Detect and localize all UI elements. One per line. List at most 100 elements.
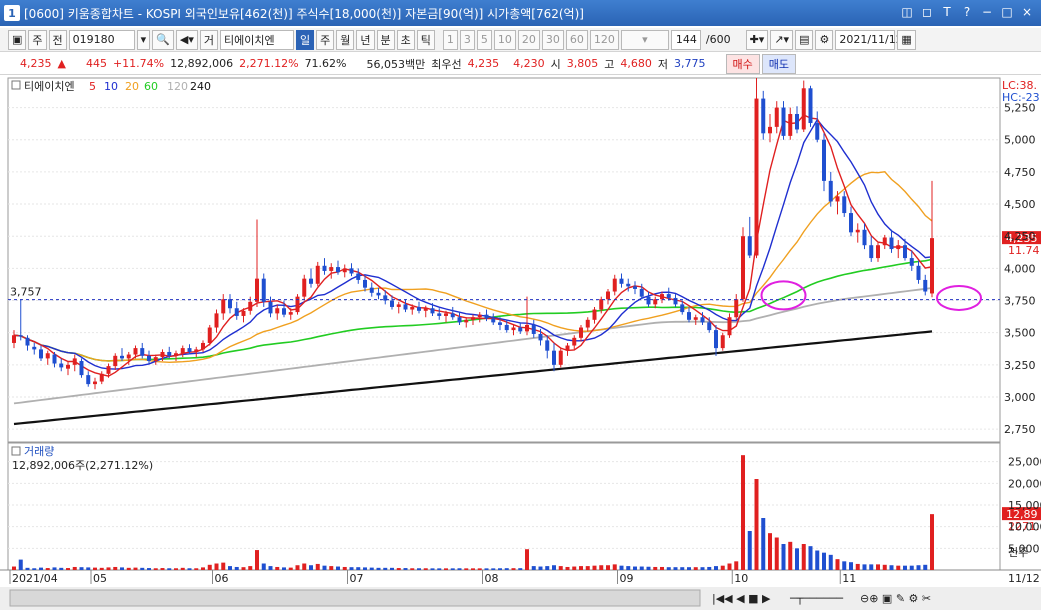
candle-body <box>531 324 536 334</box>
candle-body <box>876 245 880 259</box>
horizontal-scrollbar[interactable] <box>9 589 701 607</box>
price-tick-label: 2,750 <box>1004 423 1036 436</box>
interval-5[interactable]: 5 <box>476 29 492 50</box>
maximize-icon[interactable]: □ <box>999 4 1015 20</box>
calendar-icon[interactable]: ▦ <box>897 29 916 50</box>
search-button-icon[interactable]: 🔍 <box>152 29 174 50</box>
candle-body <box>261 278 266 302</box>
candle-body <box>369 287 374 293</box>
volume-bar <box>376 567 381 570</box>
price-tick-label: 4,000 <box>1004 262 1036 275</box>
candle-body <box>403 304 408 310</box>
volume-bar <box>45 568 50 570</box>
tab-month[interactable]: 월 <box>336 29 355 50</box>
link-window-icon[interactable]: ◫ <box>899 4 915 20</box>
candle-body <box>39 349 43 359</box>
current-price: 4,235 <box>20 57 52 70</box>
price-tick-label: 4,750 <box>1004 166 1036 179</box>
volume-bar <box>511 568 516 570</box>
search-icon[interactable]: ▾ <box>136 29 151 50</box>
volume-bar <box>828 554 833 570</box>
tab-year[interactable]: 년 <box>356 29 375 50</box>
volume-bar <box>687 567 691 570</box>
volume-bar <box>626 566 631 570</box>
zoom-icons[interactable]: ⊖⊕ ▣ ✎ ⚙ ✂ <box>860 592 931 605</box>
tab-second[interactable]: 초 <box>396 29 415 50</box>
candle <box>79 358 84 378</box>
price-change: 445 <box>85 57 107 70</box>
settings-gear-icon[interactable]: ⚙ <box>815 29 834 50</box>
candle-body <box>693 317 698 320</box>
volume-bar <box>498 568 502 570</box>
stock-code-input[interactable]: 019180 <box>68 29 135 50</box>
interval-dropdown[interactable]: ▾ <box>620 29 669 50</box>
volume-bar <box>302 563 307 570</box>
restore-layout-icon[interactable]: ◻ <box>919 4 935 20</box>
tab-day[interactable]: 일 <box>296 29 315 50</box>
volume-bar <box>801 544 806 570</box>
reference-line-label: 3,757 <box>10 286 42 299</box>
volume-bar <box>201 567 205 570</box>
item-type-button[interactable]: 거 <box>199 29 218 50</box>
volume-bar <box>707 566 712 570</box>
tab-tick[interactable]: 틱 <box>416 29 435 50</box>
price-tick-label: 3,000 <box>1004 391 1036 404</box>
interval-20[interactable]: 20 <box>517 29 540 50</box>
crosshair-icon[interactable]: ✚▾ <box>745 29 769 50</box>
volume-bar <box>545 566 550 570</box>
candle-body <box>201 342 205 350</box>
sell-button[interactable]: 매도 <box>761 53 796 74</box>
volume-pct: 2,271.12% <box>239 57 299 70</box>
market-select[interactable]: 주 <box>28 29 47 50</box>
candle-body <box>619 278 624 284</box>
volume-bar <box>214 563 219 570</box>
help-icon[interactable]: ? <box>959 4 975 20</box>
volume-bar <box>106 567 111 570</box>
candle-body <box>808 88 813 124</box>
minimize-icon[interactable]: − <box>979 4 995 20</box>
tab-week[interactable]: 주 <box>316 29 335 50</box>
volume-bar <box>504 568 509 570</box>
low-label: 저 <box>657 57 668 71</box>
volume-bar <box>747 531 752 570</box>
count-input[interactable]: 144 <box>670 29 701 50</box>
candle-body <box>666 294 671 298</box>
interval-60[interactable]: 60 <box>565 29 588 50</box>
candle-body <box>801 88 806 130</box>
volume-bar <box>646 566 651 570</box>
save-icon[interactable]: ▤ <box>795 29 814 50</box>
candle-body <box>795 114 799 130</box>
candle-body <box>336 267 340 273</box>
buy-button[interactable]: 매수 <box>725 53 760 74</box>
chart-area[interactable]: 3,757 4,235 11.74 LC:38. HC:-23 12,89 2271. 천주 … <box>0 76 1041 610</box>
volume-bar <box>808 546 813 570</box>
first-page-icon[interactable]: |◀◀ ◀ ■ ▶ <box>712 592 771 605</box>
interval-30[interactable]: 30 <box>541 29 564 50</box>
date-input[interactable]: 2021/11/12 <box>835 29 903 50</box>
zoom-slider-icon[interactable]: ─┬────── <box>789 592 843 605</box>
volume-bar <box>491 568 496 570</box>
volume-bar <box>660 566 664 570</box>
interval-10[interactable]: 10 <box>493 29 516 50</box>
close-icon[interactable]: × <box>1019 4 1035 20</box>
draw-tools-icon[interactable]: ↗▾ <box>770 29 794 50</box>
interval-1[interactable]: 1 <box>442 29 458 50</box>
volume-bar <box>876 564 880 570</box>
volume-bar <box>558 566 563 570</box>
volume-bar <box>741 455 745 570</box>
interval-120[interactable]: 120 <box>589 29 619 50</box>
candle-body <box>660 294 664 300</box>
price-tick-label: 5,250 <box>1004 102 1036 115</box>
text-icon[interactable]: T <box>939 4 955 20</box>
scope-select[interactable]: 전 <box>48 29 67 50</box>
candle-body <box>214 313 219 328</box>
turnover-ratio: 71.62% <box>304 57 347 70</box>
tab-minute[interactable]: 분 <box>376 29 395 50</box>
volume-bar <box>606 565 610 570</box>
pin-icon[interactable]: ▣ <box>8 29 27 50</box>
candle-body <box>545 340 550 351</box>
volume-bar <box>18 559 23 570</box>
sound-icon[interactable]: ◀▾ <box>175 29 198 50</box>
price-volume-chart[interactable]: 3,7574,23511.74LC:38.HC:-2312,892271.천주 … <box>0 76 1041 610</box>
interval-3[interactable]: 3 <box>459 29 475 50</box>
